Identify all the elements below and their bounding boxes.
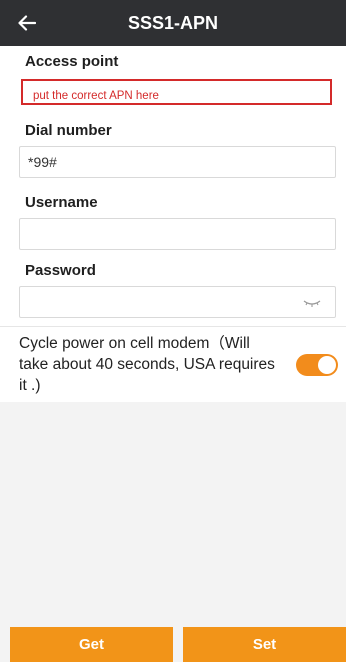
- set-button[interactable]: Set: [183, 627, 346, 662]
- username-field[interactable]: [19, 218, 336, 250]
- dial-number-input[interactable]: [20, 147, 335, 177]
- access-point-label: Access point: [25, 53, 119, 70]
- access-point-field[interactable]: [19, 78, 336, 110]
- toggle-knob: [318, 356, 336, 374]
- cycle-power-toggle[interactable]: [296, 354, 338, 376]
- top-app-bar: SSS1-APN: [0, 0, 346, 46]
- eye-closed-icon[interactable]: [303, 297, 321, 309]
- get-button[interactable]: Get: [10, 627, 173, 662]
- arrow-left-icon: [18, 15, 36, 31]
- username-input[interactable]: [20, 219, 335, 249]
- password-label: Password: [25, 262, 96, 279]
- back-button[interactable]: [12, 8, 42, 38]
- username-label: Username: [25, 194, 98, 211]
- cycle-power-text: Cycle power on cell modem（Will take abou…: [19, 335, 275, 394]
- password-field[interactable]: [19, 286, 336, 318]
- access-point-input[interactable]: [19, 78, 336, 110]
- dial-number-label: Dial number: [25, 122, 112, 139]
- dial-number-field[interactable]: [19, 146, 336, 178]
- page-title: SSS1-APN: [127, 12, 219, 33]
- password-input[interactable]: [20, 287, 335, 317]
- section-divider: [0, 326, 346, 327]
